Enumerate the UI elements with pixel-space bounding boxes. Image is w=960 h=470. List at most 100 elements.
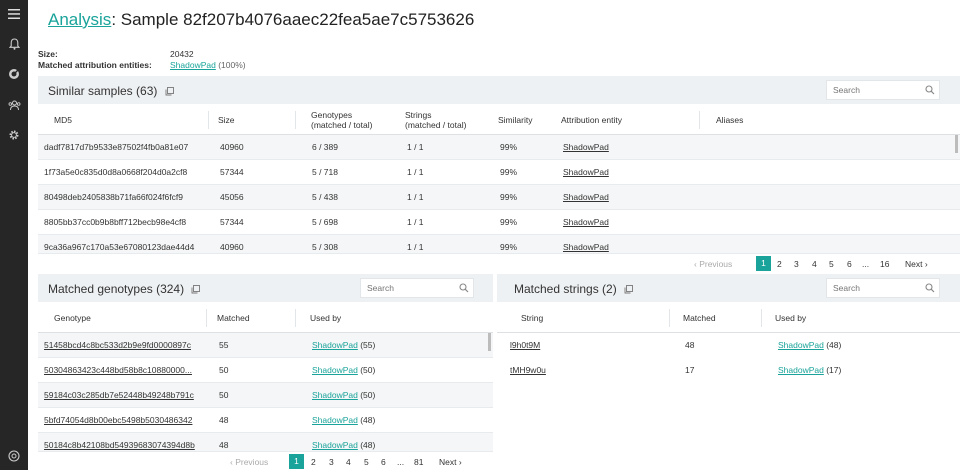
genotype-link[interactable]: 51458bcd4c8bc533d2b9e9fd0000897c xyxy=(44,340,191,350)
page-last-button[interactable]: 16 xyxy=(880,259,889,269)
col-aliases[interactable]: Aliases xyxy=(716,115,743,125)
copy-icon[interactable] xyxy=(624,283,633,297)
matched-entity-link[interactable]: ShadowPad xyxy=(170,60,216,70)
col-genotype[interactable]: Genotype xyxy=(54,313,91,323)
col-size[interactable]: Size xyxy=(218,115,235,125)
entity-link[interactable]: ShadowPad xyxy=(312,390,358,400)
prev-page-button[interactable]: ‹ Previous xyxy=(230,457,268,467)
col-matched[interactable]: Matched xyxy=(217,313,250,323)
strings-title: Matched strings (2) xyxy=(514,282,633,297)
entity-link[interactable]: ShadowPad xyxy=(563,217,609,227)
entity-link[interactable]: ShadowPad xyxy=(312,365,358,375)
string-link[interactable]: tMH9w0u xyxy=(510,365,546,375)
pagination-ellipsis: ... xyxy=(862,259,870,269)
col-used-by[interactable]: Used by xyxy=(310,313,341,323)
page-5-button[interactable]: 5 xyxy=(829,259,834,269)
genotypes-title: Matched genotypes (324) xyxy=(48,282,201,297)
genotype-link[interactable]: 50304863423c448bd58b8c10880000... xyxy=(44,365,192,375)
entity-link[interactable]: ShadowPad xyxy=(563,242,609,252)
genotype-link[interactable]: 50184c8b42108bd54939683074394d8b xyxy=(44,440,195,450)
entity-link[interactable]: ShadowPad xyxy=(778,365,824,375)
similar-search-input[interactable] xyxy=(827,81,939,99)
col-string[interactable]: String xyxy=(521,313,543,323)
page-1-button[interactable]: 1 xyxy=(756,256,771,271)
genotypes-table-header: Genotype Matched Used by xyxy=(38,303,493,333)
table-row[interactable]: 1f73a5e0c835d0d8a0668f204d0a2cf8 57344 5… xyxy=(38,160,960,185)
genotypes-search[interactable] xyxy=(360,278,474,298)
entity-link[interactable]: ShadowPad xyxy=(312,415,358,425)
search-icon xyxy=(925,283,935,295)
users-icon[interactable] xyxy=(0,94,28,116)
gear-icon[interactable] xyxy=(0,124,28,146)
next-page-button[interactable]: Next › xyxy=(905,259,928,269)
page-2-button[interactable]: 2 xyxy=(311,457,316,467)
genotypes-pagination: ‹ Previous 1 2 3 4 5 6 ... 81 Next › xyxy=(230,454,490,470)
genotype-link[interactable]: 59184c03c285db7e52448b49248b791c xyxy=(44,390,194,400)
similar-samples-header: Similar samples (63) xyxy=(38,76,960,104)
page-4-button[interactable]: 4 xyxy=(346,457,351,467)
bell-icon[interactable] xyxy=(0,33,28,55)
menu-icon[interactable] xyxy=(0,3,28,25)
copy-icon[interactable] xyxy=(191,283,201,297)
genotypes-search-input[interactable] xyxy=(361,279,473,297)
similar-pagination: ‹ Previous 1 2 3 4 5 6 ... 16 Next › xyxy=(694,256,954,272)
table-row[interactable]: 9ca36a967c170a53e67080123dae44d4 40960 5… xyxy=(38,235,960,254)
sample-title: : Sample 82f207b4076aaec22fea5ae7c575362… xyxy=(111,10,475,29)
genotypes-header: Matched genotypes (324) xyxy=(38,274,493,302)
strings-header: Matched strings (2) xyxy=(497,274,960,302)
page-2-button[interactable]: 2 xyxy=(777,259,782,269)
page-title: Analysis: Sample 82f207b4076aaec22fea5ae… xyxy=(48,10,474,30)
strings-table-header: String Matched Used by xyxy=(497,303,960,333)
entity-link[interactable]: ShadowPad xyxy=(563,192,609,202)
page-1-button[interactable]: 1 xyxy=(289,454,304,469)
table-row[interactable]: dadf7817d7b9533e87502f4fb0a81e07 40960 6… xyxy=(38,135,960,160)
col-md5[interactable]: MD5 xyxy=(54,115,72,125)
search-icon xyxy=(459,283,469,295)
col-matched[interactable]: Matched xyxy=(683,313,716,323)
copy-icon[interactable] xyxy=(165,85,174,99)
entity-link[interactable]: ShadowPad xyxy=(312,440,358,450)
strings-search-input[interactable] xyxy=(827,279,939,297)
entity-link[interactable]: ShadowPad xyxy=(563,167,609,177)
table-row[interactable]: 51458bcd4c8bc533d2b9e9fd0000897c 55 Shad… xyxy=(38,333,493,358)
search-icon xyxy=(925,85,935,97)
col-similarity[interactable]: Similarity xyxy=(498,115,532,125)
pagination-ellipsis: ... xyxy=(397,457,405,467)
table-row[interactable]: 80498deb2405838b71fa66f024f6fcf9 45056 5… xyxy=(38,185,960,210)
table-row[interactable]: 59184c03c285db7e52448b49248b791c 50 Shad… xyxy=(38,383,493,408)
similar-scrollbar[interactable] xyxy=(955,135,958,153)
entity-link[interactable]: ShadowPad xyxy=(563,142,609,152)
genotype-link[interactable]: 5bfd74054d8b00ebc5498b5030486342 xyxy=(44,415,192,425)
col-genotypes[interactable]: Genotypes (matched / total) xyxy=(311,110,372,130)
prev-page-button[interactable]: ‹ Previous xyxy=(694,259,732,269)
similar-search[interactable] xyxy=(826,80,940,100)
sample-size: Size: 20432 xyxy=(38,49,194,59)
table-row[interactable]: 8805bb37cc0b9b8bff712becb98e4cf8 57344 5… xyxy=(38,210,960,235)
entity-link[interactable]: ShadowPad xyxy=(778,340,824,350)
page-5-button[interactable]: 5 xyxy=(364,457,369,467)
next-page-button[interactable]: Next › xyxy=(439,457,462,467)
page-3-button[interactable]: 3 xyxy=(794,259,799,269)
genotypes-scrollbar[interactable] xyxy=(488,333,491,351)
page-4-button[interactable]: 4 xyxy=(812,259,817,269)
page-3-button[interactable]: 3 xyxy=(329,457,334,467)
target-icon[interactable] xyxy=(0,63,28,85)
col-attribution-entity[interactable]: Attribution entity xyxy=(561,115,622,125)
table-row[interactable]: 50304863423c448bd58b8c10880000... 50 Sha… xyxy=(38,358,493,383)
left-nav xyxy=(0,0,28,470)
entity-link[interactable]: ShadowPad xyxy=(312,340,358,350)
page-6-button[interactable]: 6 xyxy=(847,259,852,269)
col-used-by[interactable]: Used by xyxy=(775,313,806,323)
col-strings[interactable]: Strings (matched / total) xyxy=(405,110,466,130)
matched-entities: Matched attribution entities: ShadowPad (… xyxy=(38,60,246,70)
table-row[interactable]: tMH9w0u 17 ShadowPad (17) xyxy=(497,358,960,383)
help-icon[interactable] xyxy=(0,445,28,467)
page-last-button[interactable]: 81 xyxy=(414,457,423,467)
table-row[interactable]: 5bfd74054d8b00ebc5498b5030486342 48 Shad… xyxy=(38,408,493,433)
table-row[interactable]: 50184c8b42108bd54939683074394d8b 48 Shad… xyxy=(38,433,493,452)
string-link[interactable]: l9h0t9M xyxy=(510,340,540,350)
table-row[interactable]: l9h0t9M 48 ShadowPad (48) xyxy=(497,333,960,358)
page-6-button[interactable]: 6 xyxy=(381,457,386,467)
strings-search[interactable] xyxy=(826,278,940,298)
analysis-breadcrumb-link[interactable]: Analysis xyxy=(48,10,111,29)
